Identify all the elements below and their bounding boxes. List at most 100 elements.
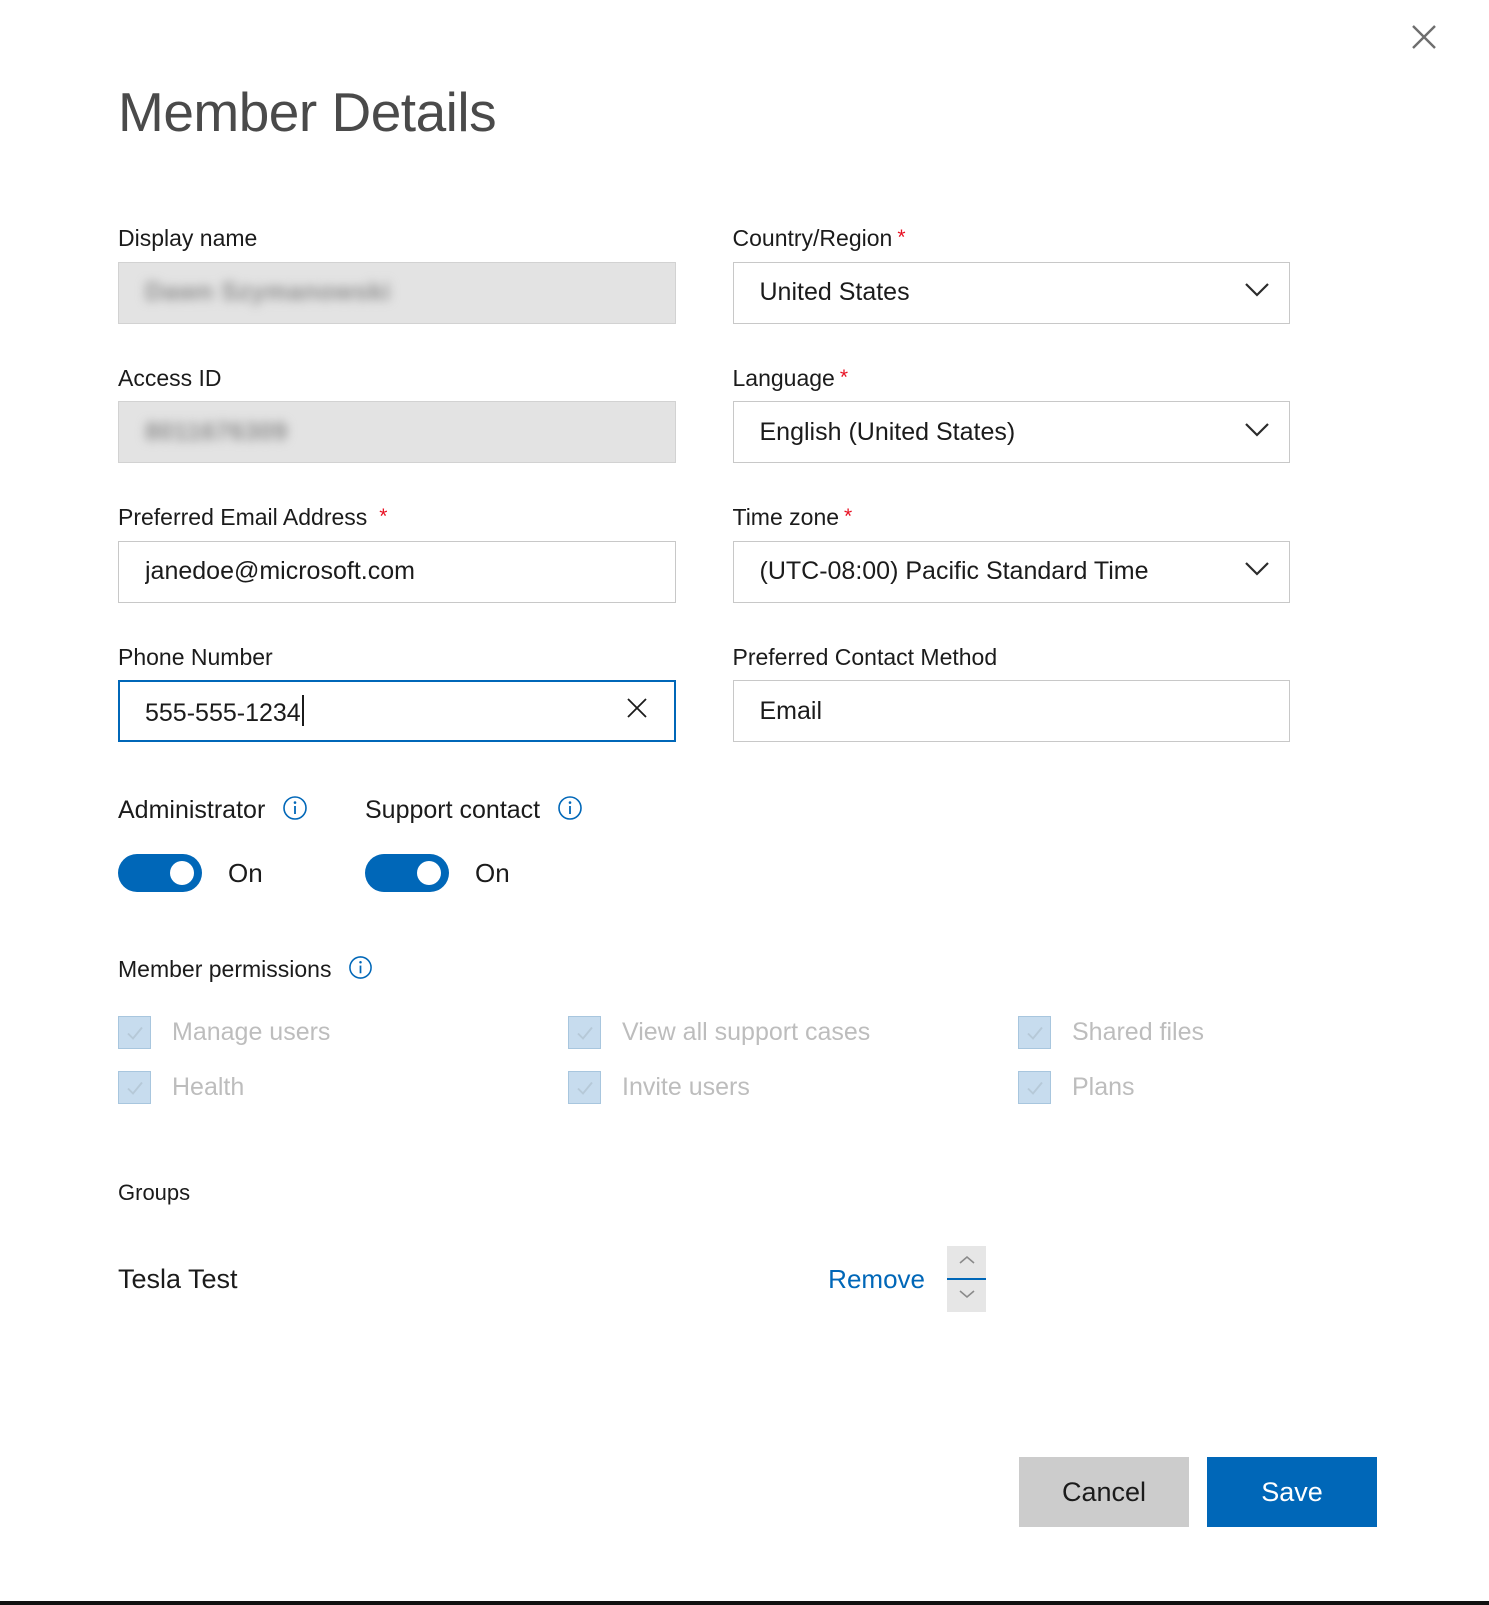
checkbox-checked-icon bbox=[118, 1071, 151, 1104]
permission-item: Shared files bbox=[1018, 1016, 1290, 1049]
form-row: Phone Number 555-555-1234 Preferred Cont… bbox=[118, 644, 1290, 743]
country-region-label: Country/Region * bbox=[732, 225, 906, 251]
permission-label: Manage users bbox=[172, 1018, 331, 1046]
remove-group-link[interactable]: Remove bbox=[828, 1264, 925, 1295]
bottom-divider bbox=[0, 1601, 1489, 1605]
required-indicator: * bbox=[839, 365, 849, 389]
groups-title: Groups bbox=[118, 1180, 191, 1205]
preferred-email-label: Preferred Email Address * bbox=[118, 504, 388, 531]
chevron-up-icon bbox=[957, 1253, 977, 1272]
time-zone-value: (UTC-08:00) Pacific Standard Time bbox=[759, 557, 1149, 586]
chevron-down-icon bbox=[1241, 273, 1273, 312]
info-icon[interactable] bbox=[348, 955, 373, 986]
checkbox-checked-icon bbox=[1018, 1016, 1051, 1049]
language-value: English (United States) bbox=[759, 417, 1016, 446]
chevron-down-icon bbox=[1241, 413, 1273, 452]
permission-label: Shared files bbox=[1072, 1018, 1205, 1046]
contact-method-input[interactable]: Email bbox=[732, 680, 1290, 743]
group-list-spinner bbox=[947, 1246, 986, 1312]
permission-item: Manage users bbox=[118, 1016, 568, 1049]
display-name-input: Dawn Szymanowski bbox=[118, 261, 676, 324]
phone-number-value: 555-555-1234 bbox=[145, 694, 614, 728]
permission-label: Health bbox=[172, 1073, 245, 1101]
field-access-id: Access ID 8011676309 bbox=[118, 365, 676, 464]
time-zone-select[interactable]: (UTC-08:00) Pacific Standard Time bbox=[732, 540, 1290, 603]
group-name: Tesla Test bbox=[118, 1263, 238, 1294]
spinner-down-button[interactable] bbox=[947, 1280, 986, 1312]
phone-number-label: Phone Number bbox=[118, 643, 273, 670]
permission-label: View all support cases bbox=[622, 1018, 871, 1046]
access-id-input: 8011676309 bbox=[118, 401, 676, 464]
field-phone-number: Phone Number 555-555-1234 bbox=[118, 644, 676, 743]
spinner-up-button[interactable] bbox=[947, 1246, 986, 1278]
access-id-value: 8011676309 bbox=[145, 417, 288, 446]
administrator-toggle-group: On bbox=[118, 854, 365, 892]
administrator-toggle[interactable] bbox=[118, 854, 202, 892]
groups-section: Groups Tesla Test Remove bbox=[118, 1180, 986, 1312]
field-country-region: Country/Region * United States bbox=[732, 225, 1290, 324]
required-indicator: * bbox=[844, 505, 853, 529]
toggle-headings: Administrator Support contact bbox=[118, 795, 583, 826]
field-contact-method: Preferred Contact Method Email bbox=[732, 643, 1290, 743]
permission-item: Invite users bbox=[568, 1071, 1018, 1104]
required-indicator: * bbox=[379, 505, 388, 529]
close-dialog-button[interactable] bbox=[1405, 18, 1443, 56]
display-name-label: Display name bbox=[118, 225, 258, 251]
display-name-value: Dawn Szymanowski bbox=[145, 278, 391, 307]
form-row: Access ID 8011676309 Language * English (… bbox=[118, 365, 1290, 464]
dialog-actions: Cancel Save bbox=[1019, 1457, 1377, 1527]
save-button[interactable]: Save bbox=[1207, 1457, 1377, 1527]
member-details-form: Display name Dawn Szymanowski Country/Re… bbox=[118, 225, 1290, 783]
field-display-name: Display name Dawn Szymanowski bbox=[118, 225, 676, 324]
permission-label: Invite users bbox=[622, 1073, 750, 1101]
toggle-knob bbox=[170, 861, 194, 885]
preferred-email-value: janedoe@microsoft.com bbox=[145, 557, 415, 586]
close-icon bbox=[1410, 23, 1438, 51]
checkbox-checked-icon bbox=[568, 1071, 601, 1104]
field-preferred-email: Preferred Email Address * janedoe@microso… bbox=[118, 504, 676, 603]
permissions-grid: Manage users View all support cases Shar… bbox=[118, 1016, 1290, 1104]
checkbox-checked-icon bbox=[1018, 1071, 1051, 1104]
administrator-toggle-state: On bbox=[228, 857, 263, 888]
contact-method-value: Email bbox=[759, 696, 823, 725]
permission-label: Plans bbox=[1072, 1073, 1135, 1101]
info-icon[interactable] bbox=[282, 795, 308, 826]
toggle-controls: On On bbox=[118, 854, 583, 892]
checkbox-checked-icon bbox=[118, 1016, 151, 1049]
language-select[interactable]: English (United States) bbox=[732, 401, 1290, 464]
administrator-heading: Administrator bbox=[118, 795, 365, 826]
chevron-down-icon bbox=[957, 1287, 977, 1306]
cancel-button[interactable]: Cancel bbox=[1019, 1457, 1189, 1527]
form-row: Preferred Email Address * janedoe@microso… bbox=[118, 504, 1290, 603]
text-caret bbox=[301, 694, 304, 726]
checkbox-checked-icon bbox=[568, 1016, 601, 1049]
required-indicator: * bbox=[897, 226, 906, 249]
support-contact-heading: Support contact bbox=[365, 795, 583, 826]
field-time-zone: Time zone * (UTC-08:00) Pacific Standard … bbox=[732, 504, 1290, 603]
access-id-label: Access ID bbox=[118, 364, 222, 391]
toggle-knob bbox=[417, 861, 441, 885]
permission-item: Health bbox=[118, 1071, 568, 1104]
permission-item: View all support cases bbox=[568, 1016, 1018, 1049]
member-permissions-title: Member permissions bbox=[118, 955, 1290, 986]
contact-method-label: Preferred Contact Method bbox=[732, 643, 998, 670]
form-row: Display name Dawn Szymanowski Country/Re… bbox=[118, 225, 1290, 324]
support-contact-toggle-state: On bbox=[475, 857, 510, 888]
clear-icon[interactable] bbox=[624, 695, 650, 728]
permission-item: Plans bbox=[1018, 1071, 1290, 1104]
page-title: Member Details bbox=[118, 81, 497, 143]
phone-number-input[interactable]: 555-555-1234 bbox=[118, 680, 676, 743]
country-region-value: United States bbox=[759, 278, 910, 307]
preferred-email-input[interactable]: janedoe@microsoft.com bbox=[118, 540, 676, 603]
group-row: Tesla Test Remove bbox=[118, 1246, 986, 1312]
toggles-section: Administrator Support contact On On bbox=[118, 795, 583, 892]
time-zone-label: Time zone * bbox=[732, 504, 853, 531]
chevron-down-icon bbox=[1241, 552, 1273, 591]
member-permissions-section: Member permissions Manage users View all… bbox=[118, 955, 1290, 1104]
support-contact-toggle[interactable] bbox=[365, 854, 449, 892]
country-region-select[interactable]: United States bbox=[732, 261, 1290, 324]
support-contact-toggle-group: On bbox=[365, 854, 510, 892]
info-icon[interactable] bbox=[557, 795, 583, 826]
language-label: Language * bbox=[732, 364, 849, 391]
field-language: Language * English (United States) bbox=[732, 364, 1290, 464]
